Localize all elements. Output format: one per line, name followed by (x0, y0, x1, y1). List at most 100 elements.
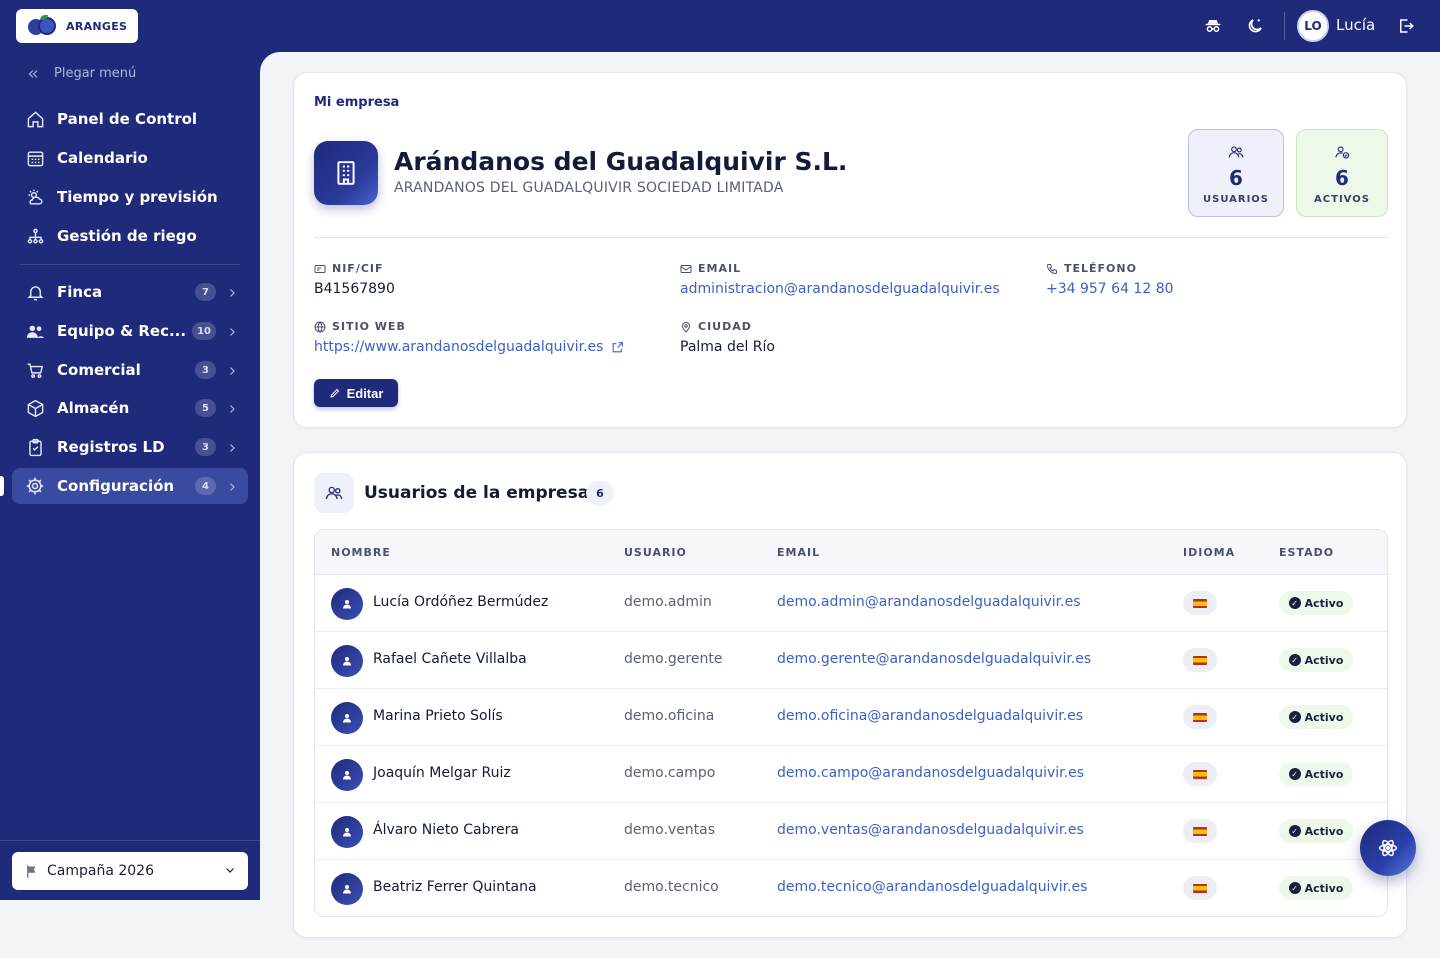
users-stat: 6 USUARIOS (1188, 129, 1284, 217)
count-badge: 3 (195, 438, 216, 456)
user-email-link[interactable]: demo.gerente@arandanosdelguadalquivir.es (777, 651, 1091, 667)
user-avatar[interactable]: LO (1297, 10, 1329, 42)
phone-icon (1046, 263, 1057, 274)
flag-icon (27, 864, 36, 878)
sidebar: Plegar menú Panel de Control Calendario … (0, 52, 260, 900)
user-login: demo.oficina (624, 708, 715, 724)
company-website-text: https://www.arandanosdelguadalquivir.es (314, 339, 604, 355)
incognito-icon[interactable] (1201, 14, 1225, 38)
count-badge: 4 (195, 477, 216, 495)
user-login: demo.admin (624, 594, 712, 610)
status-badge: ✓ Activo (1279, 705, 1353, 729)
user-name[interactable]: Lucía (1336, 16, 1375, 34)
sidebar-item-label: Finca (57, 283, 103, 301)
irrigation-icon (24, 225, 46, 247)
logout-icon[interactable] (1394, 14, 1418, 38)
user-full-name: Joaquín Melgar Ruiz (373, 765, 511, 781)
mail-icon (680, 264, 692, 273)
sidebar-item-gestion-riego[interactable]: Gestión de riego (12, 218, 248, 254)
company-phone-link[interactable]: +34 957 64 12 80 (1046, 281, 1174, 297)
column-header-name[interactable]: NOMBRE (331, 546, 391, 559)
sidebar-item-almacen[interactable]: Almacén 5 (12, 390, 248, 426)
sidebar-footer-area (0, 900, 260, 958)
sidebar-item-tiempo[interactable]: Tiempo y previsión (12, 179, 248, 215)
sidebar-item-registros-ld[interactable]: Registros LD 3 (12, 429, 248, 465)
table-row[interactable]: Marina Prieto Solís demo.oficina demo.ofic… (315, 689, 1387, 746)
status-badge: ✓ Activo (1279, 648, 1353, 672)
status-badge: ✓ Activo (1279, 591, 1353, 615)
check-circle-icon: ✓ (1288, 597, 1301, 609)
status-text: Activo (1304, 824, 1344, 838)
column-header-language[interactable]: IDIOMA (1183, 546, 1235, 559)
user-full-name: Beatriz Ferrer Quintana (373, 879, 537, 895)
main-content: Mi empresa Arándanos del Guadalquivir S.… (260, 52, 1440, 958)
check-circle-icon: ✓ (1288, 711, 1301, 723)
table-row[interactable]: Lucía Ordóñez Bermúdez demo.admin demo.adm… (315, 575, 1387, 632)
table-row[interactable]: Joaquín Melgar Ruiz demo.campo demo.campo@… (315, 746, 1387, 803)
sidebar-item-configuracion[interactable]: Configuración 4 (12, 468, 248, 504)
sidebar-item-comercial[interactable]: Comercial 3 (12, 352, 248, 388)
sidebar-item-equipo[interactable]: Equipo & Rec... 10 (12, 313, 248, 349)
user-email-link[interactable]: demo.campo@arandanosdelguadalquivir.es (777, 765, 1084, 781)
user-email-link[interactable]: demo.admin@arandanosdelguadalquivir.es (777, 594, 1081, 610)
language-flag-es-icon (1183, 876, 1217, 900)
pencil-icon (329, 388, 339, 398)
app-logo[interactable]: ARANGES (16, 9, 138, 43)
status-text: Activo (1304, 710, 1344, 724)
building-icon (314, 141, 378, 205)
column-header-user[interactable]: USUARIO (624, 546, 687, 559)
nif-label-text: NIF/CIF (332, 262, 384, 275)
language-flag-es-icon (1183, 648, 1217, 672)
user-avatar-icon (331, 873, 363, 905)
email-label: EMAIL (680, 262, 741, 275)
language-flag-es-icon (1183, 591, 1217, 615)
id-card-icon (314, 264, 326, 273)
cart-icon (24, 359, 46, 381)
campaign-select[interactable]: Campaña 2026 (12, 852, 248, 890)
sidebar-item-label: Tiempo y previsión (57, 188, 218, 206)
status-badge: ✓ Activo (1279, 876, 1353, 900)
sidebar-item-label: Almacén (57, 399, 130, 417)
assistant-fab-button[interactable] (1360, 820, 1416, 876)
city-label: CIUDAD (680, 320, 752, 333)
user-email-link[interactable]: demo.tecnico@arandanosdelguadalquivir.es (777, 879, 1087, 895)
sidebar-item-label: Gestión de riego (57, 227, 197, 245)
table-row[interactable]: Álvaro Nieto Cabrera demo.ventas demo.vent… (315, 803, 1387, 860)
sidebar-item-label: Comercial (57, 361, 141, 379)
web-label: SITIO WEB (314, 320, 406, 333)
bell-icon (24, 281, 46, 303)
user-check-icon (1334, 144, 1350, 164)
sidebar-divider (20, 264, 240, 265)
check-circle-icon: ✓ (1288, 768, 1301, 780)
user-avatar-icon (331, 645, 363, 677)
table-row[interactable]: Rafael Cañete Villalba demo.gerente demo.g… (315, 632, 1387, 689)
user-email-link[interactable]: demo.ventas@arandanosdelguadalquivir.es (777, 822, 1084, 838)
company-email-link[interactable]: administracion@arandanosdelguadalquivir.… (680, 281, 1000, 297)
campaign-select-value: Campaña 2026 (47, 863, 154, 879)
column-header-email[interactable]: EMAIL (777, 546, 820, 559)
company-website-link[interactable]: https://www.arandanosdelguadalquivir.es (314, 339, 624, 355)
nif-label: NIF/CIF (314, 262, 384, 275)
sidebar-item-panel-de-control[interactable]: Panel de Control (12, 101, 248, 137)
edit-button[interactable]: Editar (314, 379, 398, 407)
user-email-link[interactable]: demo.oficina@arandanosdelguadalquivir.es (777, 708, 1083, 724)
city-value: Palma del Río (680, 339, 775, 355)
user-avatar-icon (331, 588, 363, 620)
sidebar-item-calendario[interactable]: Calendario (12, 140, 248, 176)
active-nav-indicator (0, 476, 4, 496)
globe-icon (314, 321, 326, 332)
top-bar: ARANGES LO Lucía (0, 0, 1440, 52)
company-legal-name: ARANDANOS DEL GUADALQUIVIR SOCIEDAD LIMI… (394, 180, 784, 196)
collapse-menu-button[interactable]: Plegar menú (26, 66, 136, 81)
chevron-right-icon (226, 324, 238, 342)
edit-button-label: Editar (346, 385, 384, 401)
sidebar-item-finca[interactable]: Finca 7 (12, 274, 248, 310)
column-header-status[interactable]: ESTADO (1279, 546, 1334, 559)
table-row[interactable]: Beatriz Ferrer Quintana demo.tecnico demo.… (315, 860, 1387, 916)
count-badge: 5 (195, 399, 216, 417)
moon-icon[interactable] (1243, 14, 1267, 38)
count-badge: 10 (192, 322, 216, 340)
city-label-text: CIUDAD (698, 320, 752, 333)
status-badge: ✓ Activo (1279, 762, 1353, 786)
chevron-right-icon (226, 440, 238, 458)
